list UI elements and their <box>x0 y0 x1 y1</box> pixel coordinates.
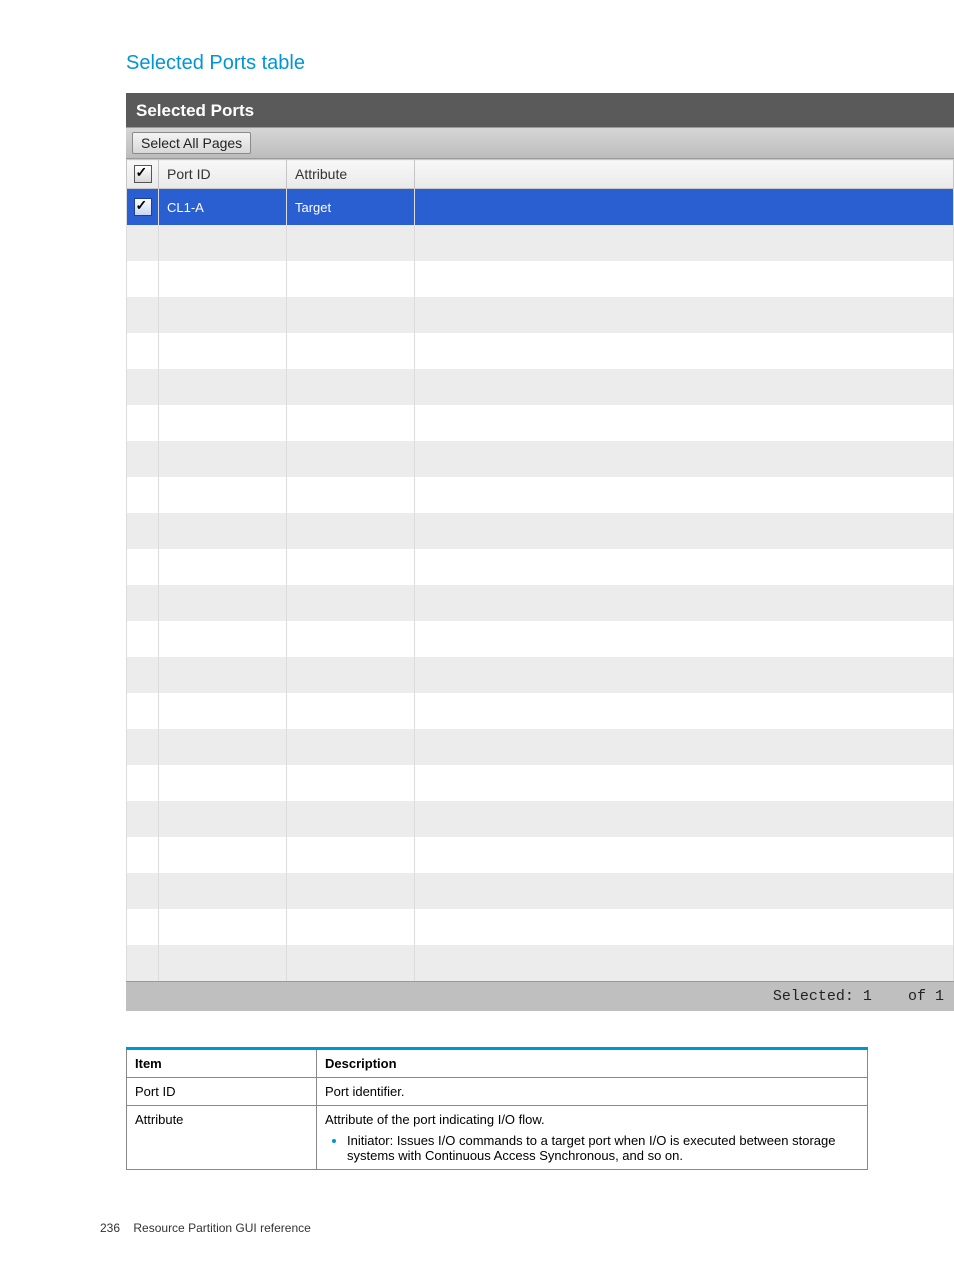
panel-toolbar: Select All Pages <box>126 127 954 159</box>
cell-port-id: CL1-A <box>159 189 287 226</box>
table-header-row: Port ID Attribute <box>127 160 954 189</box>
select-all-pages-button[interactable]: Select All Pages <box>132 132 251 154</box>
footer-total: 1 <box>935 988 944 1005</box>
desc-head-desc: Description <box>317 1049 868 1078</box>
table-row <box>127 621 954 657</box>
row-checkbox-icon[interactable] <box>134 198 152 216</box>
cell-attribute: Target <box>287 189 415 226</box>
table-row <box>127 225 954 261</box>
table-row <box>127 765 954 801</box>
footer-of: of <box>908 988 926 1005</box>
table-row <box>127 657 954 693</box>
ports-table: Port ID Attribute CL1-ATarget <box>126 159 954 981</box>
table-row <box>127 369 954 405</box>
desc-text: Attribute of the port indicating I/O flo… <box>317 1106 868 1170</box>
table-row <box>127 333 954 369</box>
chapter-title: Resource Partition GUI reference <box>133 1221 310 1235</box>
header-checkbox-cell[interactable] <box>127 160 159 189</box>
table-row <box>127 873 954 909</box>
check-all-icon[interactable] <box>134 165 152 183</box>
table-row <box>127 585 954 621</box>
col-spacer <box>415 160 954 189</box>
desc-text: Port identifier. <box>317 1078 868 1106</box>
table-row <box>127 513 954 549</box>
description-table: Item Description Port ID Port identifier… <box>126 1047 868 1170</box>
col-port-id[interactable]: Port ID <box>159 160 287 189</box>
footer-selected: 1 <box>863 988 872 1005</box>
selected-ports-panel: Selected Ports Select All Pages Port ID … <box>126 93 954 1011</box>
desc-item: Attribute <box>127 1106 317 1170</box>
table-row <box>127 297 954 333</box>
section-title: Selected Ports table <box>126 52 954 75</box>
desc-item: Port ID <box>127 1078 317 1106</box>
table-row <box>127 837 954 873</box>
table-row <box>127 945 954 981</box>
table-row <box>127 801 954 837</box>
footer-label: Selected: <box>773 988 854 1005</box>
table-row <box>127 729 954 765</box>
desc-row: Attribute Attribute of the port indicati… <box>127 1106 868 1170</box>
table-row <box>127 909 954 945</box>
table-row <box>127 693 954 729</box>
table-row <box>127 549 954 585</box>
panel-title: Selected Ports <box>126 97 954 127</box>
desc-lead: Attribute of the port indicating I/O flo… <box>325 1112 545 1127</box>
desc-row: Port ID Port identifier. <box>127 1078 868 1106</box>
page-number: 236 <box>100 1221 120 1235</box>
desc-head-item: Item <box>127 1049 317 1078</box>
table-footer: Selected: 1 of 1 <box>126 981 954 1011</box>
table-row <box>127 441 954 477</box>
col-attribute[interactable]: Attribute <box>287 160 415 189</box>
table-row <box>127 261 954 297</box>
cell-spacer <box>415 189 954 226</box>
table-row <box>127 405 954 441</box>
table-row[interactable]: CL1-ATarget <box>127 189 954 226</box>
table-row <box>127 477 954 513</box>
page-footer: 236 Resource Partition GUI reference <box>100 1221 311 1235</box>
desc-bullet: Initiator: Issues I/O commands to a targ… <box>347 1133 859 1163</box>
